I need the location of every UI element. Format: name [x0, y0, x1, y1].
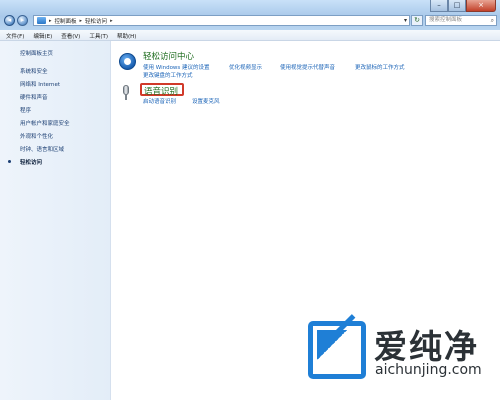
link-keyboard-settings[interactable]: 更改键盘的工作方式 — [143, 71, 193, 79]
current-item-bullet-icon — [8, 160, 11, 163]
watermark-text-cn: 爱纯净 — [374, 327, 479, 366]
control-panel-icon — [37, 17, 46, 24]
close-button[interactable]: × — [466, 0, 496, 12]
search-input[interactable]: 搜索控制面板 ⌕ — [425, 15, 497, 26]
link-visual-cues[interactable]: 使用视觉提示代替声音 — [280, 63, 335, 71]
watermark-text-en: aichunjing.com — [375, 362, 482, 378]
ease-of-access-icon[interactable] — [119, 53, 136, 70]
sidebar-item-hardware-sound[interactable]: 硬件和声音 — [20, 93, 48, 101]
window-controls: – □ × — [430, 0, 496, 12]
breadcrumb-arrow-icon: ▸ — [110, 17, 113, 24]
minimize-button[interactable]: – — [430, 0, 448, 12]
menu-help[interactable]: 帮助(H) — [111, 30, 139, 40]
link-optimize-display[interactable]: 优化视频显示 — [229, 63, 262, 71]
address-dropdown-icon[interactable]: ▾ — [404, 17, 407, 24]
sidebar-item-user-accounts[interactable]: 用户帐户和家庭安全 — [20, 119, 70, 127]
breadcrumb-arrow-icon: ▸ — [79, 17, 83, 24]
category-title-speech[interactable]: 语音识别 — [144, 85, 178, 97]
watermark-logo-icon — [308, 314, 366, 379]
sidebar-item-home[interactable]: 控制面板主页 — [20, 49, 53, 57]
menu-view[interactable]: 查看(V) — [55, 30, 83, 40]
sidebar-item-clock-region[interactable]: 时钟、语言和区域 — [20, 145, 64, 153]
link-start-speech[interactable]: 启动语音识别 — [143, 97, 176, 105]
sidebar-item-appearance[interactable]: 外观和个性化 — [20, 132, 53, 140]
category-title-ease-center[interactable]: 轻松访问中心 — [143, 50, 194, 62]
menu-file[interactable]: 文件(F) — [0, 30, 27, 40]
menu-bar: 文件(F) 编辑(E) 查看(V) 工具(T) 帮助(H) — [0, 30, 500, 41]
breadcrumb-control-panel[interactable]: 控制面板 — [55, 17, 77, 25]
watermark: 爱纯净 aichunjing.com — [306, 314, 496, 398]
maximize-button[interactable]: □ — [448, 0, 466, 12]
search-icon[interactable]: ⌕ — [491, 16, 494, 25]
sidebar-item-ease-of-access: 轻松访问 — [20, 160, 43, 166]
sidebar-item-network[interactable]: 网络和 Internet — [20, 80, 60, 88]
microphone-icon[interactable] — [122, 85, 130, 101]
refresh-button[interactable]: ↻ — [411, 15, 423, 26]
back-button[interactable]: ◂ — [4, 15, 15, 26]
search-placeholder: 搜索控制面板 — [429, 17, 463, 23]
sidebar-item-programs[interactable]: 程序 — [20, 106, 31, 114]
menu-tools[interactable]: 工具(T) — [83, 30, 111, 40]
link-windows-recommended[interactable]: 使用 Windows 建议的设置 — [143, 63, 210, 71]
refresh-icon: ↻ — [414, 16, 420, 24]
link-mouse-settings[interactable]: 更改鼠标的工作方式 — [355, 63, 405, 71]
sidebar: 控制面板主页 系统和安全 网络和 Internet 硬件和声音 程序 用户帐户和… — [0, 41, 111, 400]
link-setup-microphone[interactable]: 设置麦克风 — [192, 97, 220, 105]
address-bar[interactable]: ▸ 控制面板 ▸ 轻松访问 ▸ ▾ — [33, 15, 410, 26]
forward-button[interactable]: ▸ — [17, 15, 28, 26]
breadcrumb-arrow-icon: ▸ — [49, 17, 52, 24]
menu-edit[interactable]: 编辑(E) — [27, 30, 55, 40]
breadcrumb-ease-of-access[interactable]: 轻松访问 — [85, 17, 107, 25]
sidebar-item-system-security[interactable]: 系统和安全 — [20, 67, 48, 75]
title-bar: – □ × ◂ ▸ ▸ 控制面板 ▸ 轻松访问 ▸ ▾ ↻ 搜索控制面板 ⌕ — [0, 0, 500, 30]
